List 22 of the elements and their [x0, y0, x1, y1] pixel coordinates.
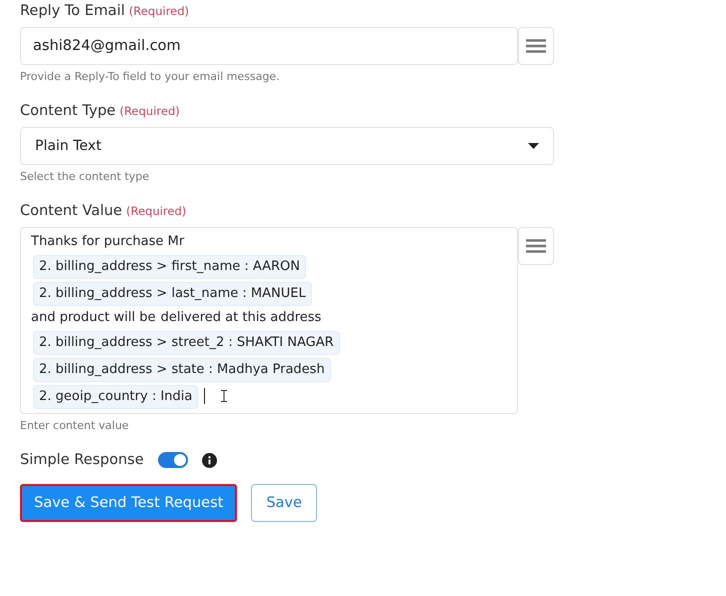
- variable-token: 2. billing_address > state : Madhya Pradesh: [33, 358, 331, 382]
- help-text: Provide a Reply-To field to your email message.: [20, 70, 281, 83]
- required-note: (Required): [120, 104, 180, 118]
- help-text: Select the content type: [20, 170, 150, 183]
- field-label: Content Type: [20, 103, 116, 119]
- save-button[interactable]: Save: [251, 484, 317, 522]
- variable-token: 2. billing_address > last_name : MANUEL: [33, 282, 312, 306]
- content-text: Thanks for purchase Mr: [31, 234, 184, 249]
- variable-token: 2. billing_address > street_2 : SHAKTI NAGAR: [33, 331, 340, 355]
- variable-token: 2. geoip_country : India: [33, 385, 198, 409]
- required-note: (Required): [126, 204, 186, 218]
- required-note: (Required): [128, 4, 190, 18]
- toggle-label: Simple Response: [20, 452, 144, 468]
- content-type-select[interactable]: Plain Text: [20, 127, 554, 165]
- field-label: Content Value: [20, 203, 122, 219]
- field-label: Reply To Email: [20, 3, 125, 19]
- save-and-send-button[interactable]: Save & Send Test Request: [20, 484, 238, 522]
- content-text: and product will be: [31, 310, 156, 325]
- variable-token: 2. billing_address > first_name : AARON: [33, 255, 306, 279]
- email-input[interactable]: ashi824@gmail.com: [20, 27, 518, 65]
- content-text: delivered at this address: [160, 310, 322, 325]
- help-text: Enter content value: [20, 419, 130, 432]
